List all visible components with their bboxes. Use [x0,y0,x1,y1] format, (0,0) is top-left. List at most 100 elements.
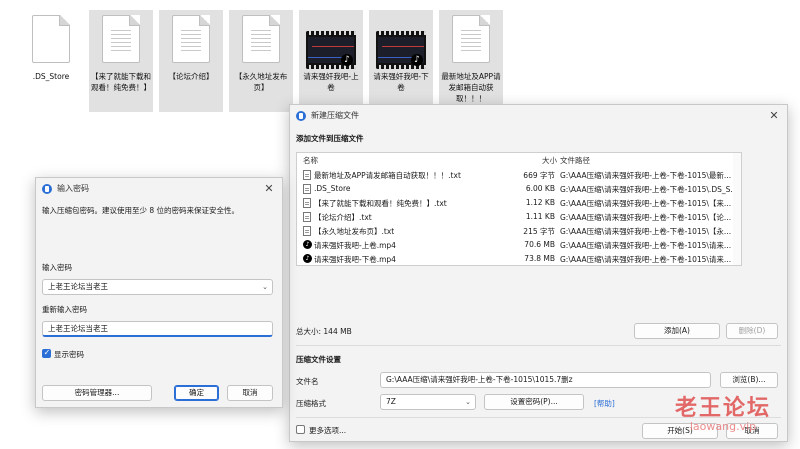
column-header-path[interactable]: 文件路径 [560,155,590,166]
table-row[interactable]: 【永久地址发布页】.txt 215 字节 G:\AAA压缩\请来强奸我吧-上卷-… [297,224,741,238]
password-label: 输入密码 [42,263,72,272]
show-password-label[interactable]: 显示密码 [54,349,84,360]
help-link[interactable]: [帮助] [594,398,615,409]
row-name: 【永久地址发布页】.txt [314,227,395,236]
column-header-size[interactable]: 大小 [542,155,557,166]
confirm-password-label: 重新输入密码 [42,305,87,314]
row-size: 70.6 MB [524,240,555,249]
file-label: 请来强奸我吧-下卷 [373,72,429,92]
file-free-download-txt[interactable]: 【来了就能下载和观看！纯免费！】 [89,10,153,112]
text-file-icon [303,212,311,222]
table-row[interactable]: ♪ 请来强奸我吧-下卷.mp4 73.8 MB G:\AAA压缩\请来强奸我吧-… [297,252,741,265]
document-icon [102,15,140,63]
file-ds-store[interactable]: .DS_Store [19,10,83,112]
row-name: 请来强奸我吧-下卷.mp4 [314,255,396,264]
confirm-password-input[interactable]: 上老王论坛当老王 [42,321,273,337]
watermark-text: 老王论坛 [674,395,771,421]
file-video-part2[interactable]: ♪ 请来强奸我吧-下卷 [369,10,433,112]
row-name: 请来强奸我吧-上卷.mp4 [314,241,396,250]
document-icon [242,15,280,63]
row-size: 1.12 KB [525,198,555,207]
close-icon[interactable]: ✕ [763,106,785,126]
tiktok-icon: ♪ [303,240,312,249]
section-settings: 压缩文件设置 [296,355,341,364]
password-input[interactable]: 上老王论坛当老王 ⌄ [42,279,273,295]
total-size: 总大小: 144 MB [296,327,352,336]
more-options-checkbox[interactable] [296,425,305,434]
delete-button[interactable]: 删除(D) [726,323,778,339]
row-size: 73.8 MB [524,254,555,263]
row-name: 最新地址及APP请发邮箱自动获取！！！.txt [314,171,461,180]
row-path: G:\AAA压缩\请来强奸我吧-上卷-下卷-1015\【论... [560,213,732,222]
file-label: 最新地址及APP请发邮箱自动获取！！！ [441,72,501,103]
format-label: 压缩格式 [296,399,326,408]
app-icon [42,184,52,194]
text-file-icon [303,170,311,180]
table-row[interactable]: ♪ 请来强奸我吧-上卷.mp4 70.6 MB G:\AAA压缩\请来强奸我吧-… [297,238,741,252]
watermark: 老王论坛 laowang.vip [668,390,778,433]
row-size: 215 字节 [523,227,555,236]
titlebar: 新建压缩文件 ✕ [290,105,787,127]
row-path: G:\AAA压缩\请来强奸我吧-上卷-下卷-1015\.DS_S... [560,185,734,194]
row-name: 【论坛介绍】.txt [314,213,372,222]
titlebar: 输入密码 ✕ [36,178,282,200]
document-icon [32,15,70,63]
table-row[interactable]: 【论坛介绍】.txt 1.11 KB G:\AAA压缩\请来强奸我吧-上卷-下卷… [297,210,741,224]
file-icon [303,184,311,194]
tiktok-icon: ♪ [411,54,423,66]
more-options-label[interactable]: 更多选项... [309,425,346,436]
document-icon [452,15,490,63]
file-label: 【论坛介绍】 [168,72,214,81]
table-row[interactable]: 最新地址及APP请发邮箱自动获取！！！.txt 669 字节 G:\AAA压缩\… [297,168,741,182]
row-path: G:\AAA压缩\请来强奸我吧-上卷-下卷-1015\请来... [560,255,732,264]
file-video-part1[interactable]: ♪ 请来强奸我吧-上卷 [299,10,363,112]
add-button[interactable]: 添加(A) [634,323,720,339]
file-permanent-address-txt[interactable]: 【永久地址发布页】 [229,10,293,112]
instruction-text: 输入压缩包密码。建议使用至少 8 位的密码来保证安全性。 [42,206,240,215]
file-label: .DS_Store [32,72,70,81]
file-label: 【永久地址发布页】 [234,72,288,92]
vertical-scrollbar[interactable] [733,153,741,265]
app-icon [296,111,306,121]
set-password-button[interactable]: 设置密码(P)... [484,394,584,410]
tiktok-icon: ♪ [303,254,312,263]
filename-value: G:\AAA压缩\请来强奸我吧-上卷-下卷-1015\1015.7删z [386,375,573,384]
tiktok-icon: ♪ [341,54,353,66]
row-path: G:\AAA压缩\请来强奸我吧-上卷-下卷-1015\最新... [560,171,732,180]
dialog-title: 输入密码 [57,184,89,193]
table-row[interactable]: 【来了就能下载和观看！纯免费！】.txt 1.12 KB G:\AAA压缩\请来… [297,196,741,210]
row-size: 669 字节 [523,171,555,180]
password-dialog: 输入密码 ✕ 输入压缩包密码。建议使用至少 8 位的密码来保证安全性。 输入密码… [35,177,283,408]
text-file-icon [303,198,311,208]
password-manager-button[interactable]: 密码管理器... [42,385,152,401]
row-name: .DS_Store [314,184,351,193]
file-list[interactable]: 名称 大小 文件路径 最新地址及APP请发邮箱自动获取！！！.txt 669 字… [296,152,742,266]
row-size: 1.11 KB [525,212,555,221]
column-header-name[interactable]: 名称 [303,155,318,166]
video-thumbnail-icon: ♪ [306,31,356,69]
file-latest-address-txt[interactable]: 最新地址及APP请发邮箱自动获取！！！ [439,10,503,112]
filename-field[interactable]: G:\AAA压缩\请来强奸我吧-上卷-下卷-1015\1015.7删z [380,372,711,388]
format-select[interactable]: 7Z ⌄ [380,394,476,410]
video-thumbnail-icon: ♪ [376,31,426,69]
text-file-icon [303,226,311,236]
row-path: G:\AAA压缩\请来强奸我吧-上卷-下卷-1015\请来... [560,241,732,250]
section-add-files: 添加文件到压缩文件 [296,134,364,143]
chevron-down-icon: ⌄ [465,398,471,406]
format-value: 7Z [386,397,396,406]
close-icon[interactable]: ✕ [258,179,280,199]
chevron-down-icon[interactable]: ⌄ [262,280,268,294]
browse-button[interactable]: 浏览(B)... [720,372,778,388]
table-row[interactable]: .DS_Store 6.00 KB G:\AAA压缩\请来强奸我吧-上卷-下卷-… [297,182,741,196]
cancel-button[interactable]: 取消 [227,385,273,401]
row-path: G:\AAA压缩\请来强奸我吧-上卷-下卷-1015\【来... [560,199,732,208]
divider [296,345,781,346]
file-label: 【来了就能下载和观看！纯免费！】 [91,72,151,92]
filename-label: 文件名 [296,377,319,386]
confirm-password-value: 上老王论坛当老王 [48,324,108,333]
file-label: 请来强奸我吧-上卷 [303,72,359,92]
file-forum-intro-txt[interactable]: 【论坛介绍】 [159,10,223,112]
show-password-checkbox[interactable] [42,348,51,358]
password-value: 上老王论坛当老王 [48,282,108,291]
ok-button[interactable]: 确定 [174,385,219,401]
